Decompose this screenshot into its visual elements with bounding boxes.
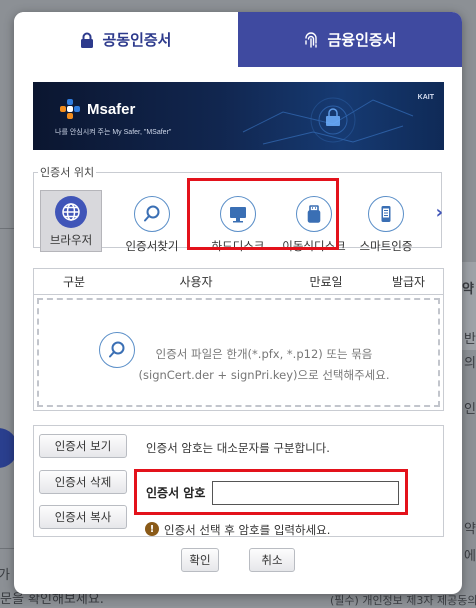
location-label: 하드디스크 <box>211 239 265 253</box>
chevron-right-icon[interactable]: › <box>436 202 443 223</box>
background-text: 약 <box>464 522 476 537</box>
msafer-banner: Msafer 나를 안심시켜 주는 My Safer, "MSafer" KAI… <box>33 82 444 150</box>
smartphone-icon <box>368 196 404 232</box>
certificate-location-group: 인증서 위치 브라우저 인증서찾기 하드디스크 이동식디스크 스마트인증 › <box>33 164 443 253</box>
tab-bar: 공동인증서 금융인증서 <box>14 12 462 67</box>
fingerprint-icon <box>303 31 319 49</box>
background-divider <box>0 228 14 229</box>
background-text: 반 <box>464 332 476 347</box>
location-label: 브라우저 <box>49 233 93 247</box>
background-text: 에 <box>464 549 476 564</box>
usb-icon <box>296 196 332 232</box>
cancel-button[interactable]: 취소 <box>249 548 295 572</box>
password-label: 인증서 암호 <box>146 486 206 500</box>
kait-badge: KAIT <box>417 94 434 101</box>
tab-joint-certificate[interactable]: 공동인증서 <box>14 12 238 67</box>
certificate-drop-zone[interactable]: 인증서 파일은 한개(*.pfx, *.p12) 또는 묶음 (signCert… <box>37 298 440 407</box>
password-warning-message: 인증서 선택 후 암호를 입력하세요. <box>164 523 331 537</box>
location-options: 브라우저 인증서찾기 하드디스크 이동식디스크 스마트인증 › <box>34 188 443 258</box>
table-header: 구분 사용자 만료일 발급자 <box>34 269 443 295</box>
location-label: 이동식디스크 <box>282 239 346 253</box>
password-input[interactable] <box>212 481 399 505</box>
background-text: 인 <box>464 402 476 417</box>
globe-icon <box>55 196 87 228</box>
delete-certificate-button[interactable]: 인증서 삭제 <box>39 470 127 494</box>
drop-zone-message-line1: 인증서 파일은 한개(*.pfx, *.p12) 또는 묶음 <box>155 347 373 361</box>
background-text: 의 <box>464 356 476 371</box>
certificate-actions-panel: 인증서 보기 인증서 삭제 인증서 복사 인증서 암호는 대소문자를 구분합니다… <box>33 425 444 537</box>
certificate-dialog: 공동인증서 금융인증서 Msafer 나를 안심시켜 주는 My Safer, … <box>14 12 462 594</box>
location-removable-disk[interactable]: 이동식디스크 <box>270 196 358 254</box>
drop-zone-message: 인증서 파일은 한개(*.pfx, *.p12) 또는 묶음 (signCert… <box>133 344 395 386</box>
certificate-location-legend: 인증서 위치 <box>40 166 95 179</box>
view-certificate-button[interactable]: 인증서 보기 <box>39 434 127 458</box>
location-find-certificate[interactable]: 인증서찾기 <box>112 196 192 254</box>
location-smart-certificate[interactable]: 스마트인증 <box>346 196 426 254</box>
msafer-logo-icon <box>60 99 80 119</box>
warning-icon: ! <box>145 522 159 536</box>
search-icon <box>99 332 135 368</box>
location-browser[interactable]: 브라우저 <box>40 190 102 252</box>
location-label: 스마트인증 <box>359 239 413 253</box>
background-text: 가 <box>0 568 10 583</box>
msafer-logo: Msafer <box>59 98 135 120</box>
confirm-button[interactable]: 확인 <box>181 548 219 572</box>
column-header-issuer: 발급자 <box>391 275 426 289</box>
location-label: 인증서찾기 <box>125 239 179 253</box>
background-divider <box>0 548 14 549</box>
tab-label: 금융인증서 <box>327 31 397 49</box>
lock-icon <box>80 32 94 48</box>
monitor-icon <box>220 196 256 232</box>
location-hard-disk[interactable]: 하드디스크 <box>198 196 278 254</box>
banner-tagline: 나를 안심시켜 주는 My Safer, "MSafer" <box>55 129 172 136</box>
certificate-table: 구분 사용자 만료일 발급자 인증서 파일은 한개(*.pfx, *.p12) … <box>33 268 444 411</box>
drop-zone-message-line2: (signCert.der + signPri.key)으로 선택해주세요. <box>138 368 390 382</box>
tab-financial-certificate[interactable]: 금융인증서 <box>238 12 462 67</box>
column-header-type: 구분 <box>62 275 86 289</box>
column-header-user: 사용자 <box>179 275 213 289</box>
tab-label: 공동인증서 <box>102 31 172 49</box>
column-header-expiry: 만료일 <box>309 275 343 289</box>
search-icon <box>134 196 170 232</box>
copy-certificate-button[interactable]: 인증서 복사 <box>39 505 127 529</box>
case-sensitive-notice: 인증서 암호는 대소문자를 구분합니다. <box>146 441 330 455</box>
background-text: 약 <box>462 282 474 297</box>
banner-brand: Msafer <box>87 100 136 118</box>
